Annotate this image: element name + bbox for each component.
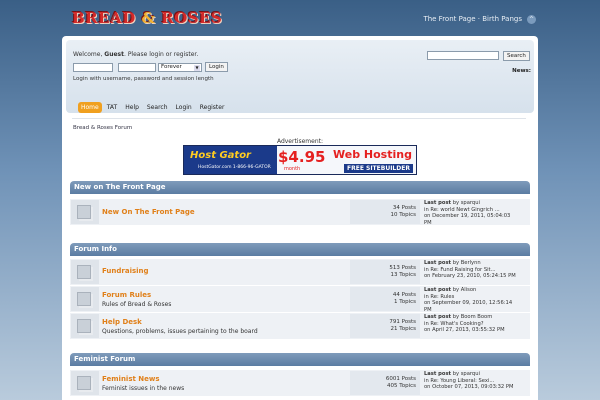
board-last-post: Last post by Berlynn in Re: Fund Raising… bbox=[422, 260, 529, 284]
board-stats: 6001 Posts 405 Topics bbox=[350, 371, 420, 395]
menu-item-help[interactable]: Help bbox=[122, 102, 142, 113]
last-post-author[interactable]: by sparqui bbox=[453, 371, 480, 377]
site-header: BREAD & ROSES The Front Page · Birth Pan… bbox=[60, 0, 540, 36]
board-title[interactable]: New On The Front Page bbox=[102, 208, 195, 216]
welcome-text: Welcome, Guest. Please login or register… bbox=[73, 51, 199, 58]
board-title[interactable]: Feminist News bbox=[102, 375, 160, 383]
news-label: News: bbox=[512, 68, 531, 74]
menu-item-login[interactable]: Login bbox=[173, 102, 195, 113]
board-icon bbox=[71, 314, 99, 338]
password-input[interactable] bbox=[118, 63, 156, 72]
board-description: Rules of Bread & Roses bbox=[102, 301, 172, 308]
last-post-author[interactable]: by Alison bbox=[453, 287, 477, 293]
ad-subline: FREE SITEBUILDER bbox=[344, 164, 413, 173]
ad-brand: Host Gator bbox=[190, 150, 251, 161]
ad-phone: HostGator.com 1-866-96-GATOR bbox=[198, 165, 271, 170]
last-post-author[interactable]: by Boom Boom bbox=[453, 314, 493, 320]
board-last-post: Last post by sparqui in Re: world Newt G… bbox=[422, 200, 529, 226]
board-icon bbox=[71, 200, 99, 224]
board-row: Fundraising 513 Posts 13 Topics Last pos… bbox=[70, 259, 530, 285]
board-icon bbox=[71, 371, 99, 395]
category-header[interactable]: New on The Front Page bbox=[70, 181, 530, 194]
login-button[interactable]: Login bbox=[205, 62, 228, 72]
header-tagline: The Front Page · Birth Pangs bbox=[423, 15, 522, 23]
site-logo[interactable]: BREAD & ROSES bbox=[72, 9, 222, 27]
board-stats: 34 Posts 10 Topics bbox=[350, 200, 420, 224]
board-title[interactable]: Forum Rules bbox=[102, 291, 151, 299]
board-row: Help Desk Questions, problems, issues pe… bbox=[70, 313, 530, 339]
board-stats: 44 Posts 1 Topics bbox=[350, 287, 420, 311]
ad-price: $4.95 bbox=[278, 148, 326, 166]
ad-period: month bbox=[284, 166, 301, 172]
category-header[interactable]: Feminist Forum bbox=[70, 353, 530, 366]
search-button[interactable]: Search bbox=[503, 51, 530, 61]
chevron-down-icon: ▼ bbox=[194, 65, 200, 71]
category-header[interactable]: Forum Info bbox=[70, 243, 530, 256]
main-menu: Home TAT Help Search Login Register bbox=[78, 102, 227, 113]
menu-item-home[interactable]: Home bbox=[78, 102, 102, 113]
board-last-post: Last post by sparqui in Re: Young Libera… bbox=[422, 371, 529, 395]
last-post-author[interactable]: by Berlynn bbox=[453, 260, 481, 266]
content-wrapper: Welcome, Guest. Please login or register… bbox=[62, 36, 538, 400]
menu-item-search[interactable]: Search bbox=[144, 102, 171, 113]
ad-headline: Web Hosting bbox=[333, 148, 412, 161]
board-row: New On The Front Page 34 Posts 10 Topics… bbox=[70, 199, 530, 226]
board-stats: 513 Posts 13 Topics bbox=[350, 260, 420, 284]
board-title[interactable]: Help Desk bbox=[102, 318, 142, 326]
divider bbox=[72, 118, 526, 119]
board-description: Feminist issues in the news bbox=[102, 385, 185, 392]
board-row: Forum Rules Rules of Bread & Roses 44 Po… bbox=[70, 286, 530, 313]
user-section: Welcome, Guest. Please login or register… bbox=[66, 40, 534, 113]
collapse-header-icon[interactable]: ^ bbox=[527, 15, 536, 24]
board-icon bbox=[71, 260, 99, 284]
board-last-post: Last post by Boom Boom in Re: What's Coo… bbox=[422, 314, 529, 338]
advertisement-label: Advertisement: bbox=[276, 138, 324, 145]
breadcrumb[interactable]: Bread & Roses Forum bbox=[73, 125, 132, 131]
board-stats: 791 Posts 21 Topics bbox=[350, 314, 420, 338]
username-input[interactable] bbox=[73, 63, 113, 72]
search-input[interactable] bbox=[427, 51, 499, 60]
board-description: Questions, problems, issues pertaining t… bbox=[102, 328, 258, 335]
board-row: Feminist News Feminist issues in the new… bbox=[70, 370, 530, 396]
menu-item-register[interactable]: Register bbox=[197, 102, 228, 113]
session-length-select[interactable]: Forever ▼ bbox=[158, 63, 202, 72]
ad-banner[interactable]: Host Gator HostGator.com 1-866-96-GATOR … bbox=[183, 145, 417, 175]
login-hint: Login with username, password and sessio… bbox=[73, 76, 214, 82]
board-last-post: Last post by Alison in Re: Rules on Sept… bbox=[422, 287, 529, 313]
board-title[interactable]: Fundraising bbox=[102, 267, 149, 275]
board-icon bbox=[71, 287, 99, 311]
last-post-author[interactable]: by sparqui bbox=[453, 200, 480, 206]
menu-item-tat[interactable]: TAT bbox=[104, 102, 121, 113]
